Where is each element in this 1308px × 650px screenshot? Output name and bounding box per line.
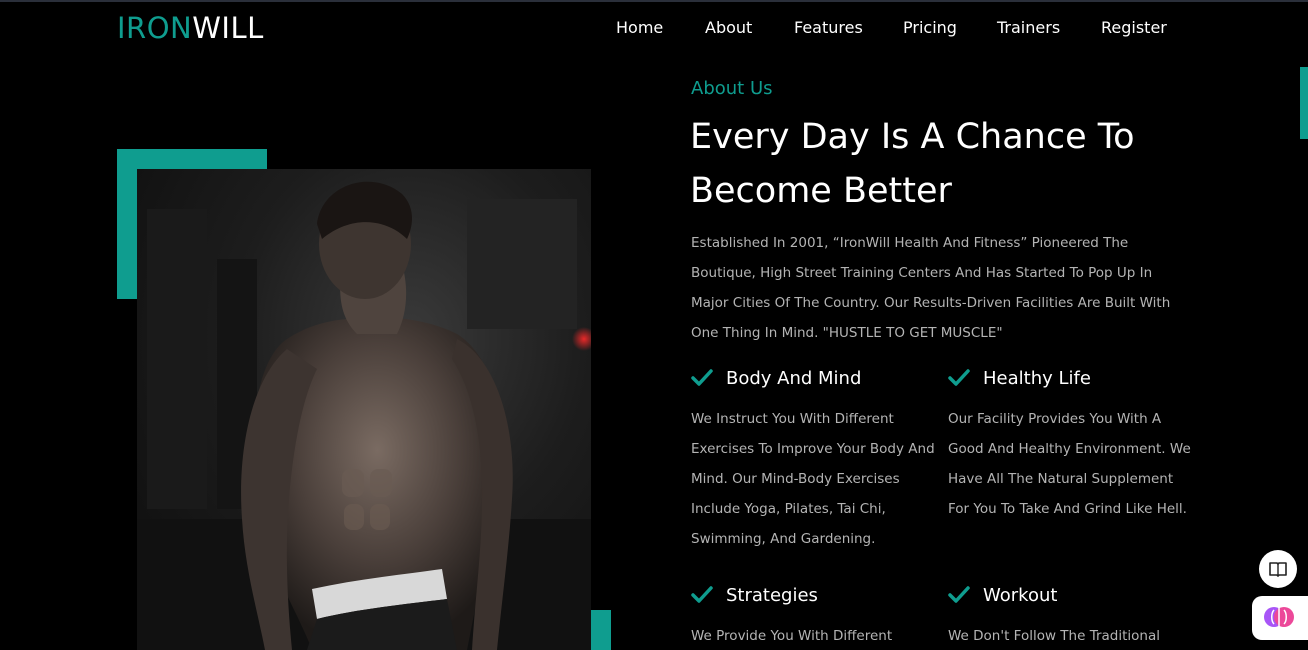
athlete-illustration (137, 181, 591, 650)
assistant-widget-button[interactable] (1252, 596, 1308, 640)
book-icon (1269, 562, 1287, 577)
feature-title: Workout (983, 585, 1058, 606)
nav-trainers[interactable]: Trainers (997, 17, 1060, 39)
accent-frame-top (117, 149, 267, 169)
reader-widget-button[interactable] (1259, 550, 1297, 588)
about-photo (137, 169, 591, 650)
brain-icon (1264, 607, 1294, 627)
feature-description: We Provide You With Different (691, 628, 893, 644)
section-eyebrow: About Us (691, 78, 773, 99)
feature-strategies: Strategies We Provide You With Different (691, 583, 931, 644)
section-title: Every Day Is A Chance To Become Better (690, 117, 1135, 211)
top-divider (0, 0, 1308, 2)
feature-description: Our Facility Provides You With A Good An… (948, 411, 1191, 517)
feature-head: Healthy Life (948, 366, 1188, 392)
feature-body-and-mind: Body And Mind We Instruct You With Diffe… (691, 366, 935, 547)
check-icon (948, 369, 970, 386)
nav-features[interactable]: Features (794, 17, 863, 39)
feature-description: We Don't Follow The Traditional (948, 628, 1160, 644)
check-icon (948, 586, 970, 603)
feature-title: Body And Mind (726, 368, 862, 389)
feature-head: Body And Mind (691, 366, 931, 392)
feature-title: Healthy Life (983, 368, 1091, 389)
feature-title: Strategies (726, 585, 818, 606)
scroll-indicator[interactable] (1300, 67, 1308, 139)
feature-healthy-life: Healthy Life Our Facility Provides You W… (948, 366, 1191, 517)
feature-workout: Workout We Don't Follow The Traditional (948, 583, 1188, 644)
section-description: Established In 2001, “IronWill Health An… (691, 235, 1171, 341)
accent-frame-bottom-right (591, 610, 611, 650)
check-icon (691, 369, 713, 386)
nav-register[interactable]: Register (1101, 17, 1167, 39)
nav-about[interactable]: About (705, 17, 752, 39)
main-nav: Home About Features Pricing Trainers Reg… (0, 17, 1308, 41)
nav-pricing[interactable]: Pricing (903, 17, 957, 39)
feature-head: Strategies (691, 583, 931, 609)
nav-home[interactable]: Home (616, 17, 663, 39)
accent-frame-left (117, 149, 137, 299)
page: IRONWILL Home About Features Pricing Tra… (0, 0, 1308, 650)
check-icon (691, 586, 713, 603)
feature-head: Workout (948, 583, 1188, 609)
feature-description: We Instruct You With Different Exercises… (691, 411, 935, 547)
